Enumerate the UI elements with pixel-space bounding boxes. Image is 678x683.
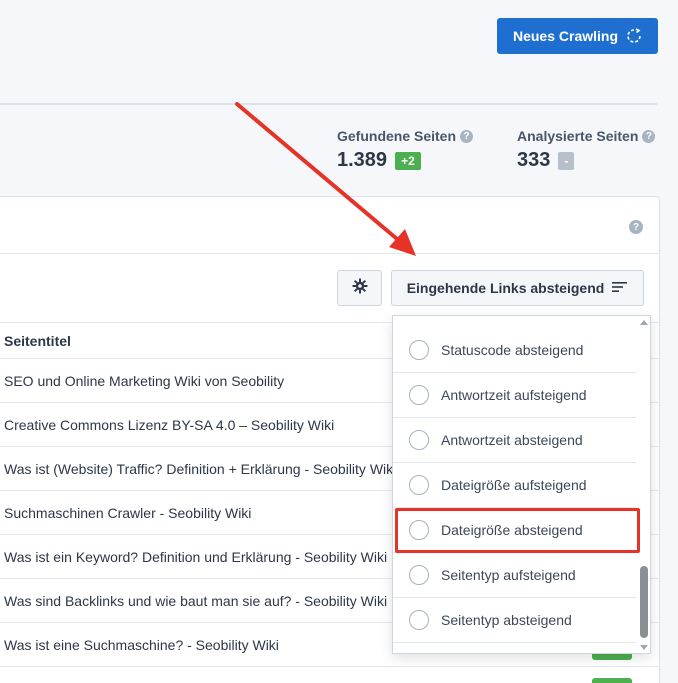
help-icon[interactable]: ? [629, 220, 643, 234]
stat-found-label: Gefundene Seiten [337, 128, 457, 144]
stat-analyzed-label: Analysierte Seiten [517, 128, 639, 144]
sort-option-page-type-asc[interactable]: Seitentyp aufsteigend [393, 553, 636, 598]
sort-label: Eingehende Links absteigend [406, 280, 605, 296]
help-icon[interactable]: ? [642, 129, 656, 143]
radio-button[interactable] [409, 610, 429, 630]
scrollbar-thumb[interactable] [640, 566, 648, 638]
sort-option-file-size-asc[interactable]: Dateigröße aufsteigend [393, 463, 636, 508]
sort-option-label: Dateigröße absteigend [441, 522, 583, 538]
radio-button[interactable] [409, 430, 429, 450]
sort-option-label: Dateigröße aufsteigend [441, 477, 587, 493]
stat-analyzed-badge: - [558, 151, 575, 170]
sort-option-label: Seitentyp aufsteigend [441, 567, 576, 583]
radio-button[interactable] [409, 475, 429, 495]
radio-button[interactable] [409, 340, 429, 360]
sort-option-statuscode-desc[interactable]: Statuscode absteigend [393, 328, 636, 373]
status-badge [592, 678, 632, 683]
help-icon[interactable]: ? [460, 129, 474, 143]
sort-options-menu: Statuscode absteigend Antwortzeit aufste… [392, 315, 651, 654]
stat-found-value: 1.389 [337, 149, 388, 171]
radio-button[interactable] [409, 520, 429, 540]
sort-option-label: Antwortzeit aufsteigend [441, 387, 587, 403]
scroll-down-arrow-icon[interactable] [640, 645, 648, 650]
sort-option-file-size-desc[interactable]: Dateigröße absteigend [393, 508, 636, 553]
header-divider [0, 103, 657, 105]
sort-option-page-type-desc[interactable]: Seitentyp absteigend [393, 598, 636, 643]
sort-option-label: Seitentyp absteigend [441, 612, 572, 628]
sort-lines-icon [612, 280, 628, 296]
sort-dropdown-button[interactable]: Eingehende Links absteigend [391, 270, 644, 306]
gear-icon [352, 278, 368, 299]
stat-found-pages: Gefundene Seiten ? 1.389 +2 [337, 128, 474, 172]
table-settings-button[interactable] [337, 270, 382, 306]
sort-option-response-time-asc[interactable]: Antwortzeit aufsteigend [393, 373, 636, 418]
refresh-icon [626, 28, 642, 44]
panel-divider [0, 253, 659, 254]
new-crawl-label: Neues Crawling [512, 28, 619, 44]
new-crawl-button[interactable]: Neues Crawling [497, 18, 658, 54]
sort-option-label: Antwortzeit absteigend [441, 432, 583, 448]
stat-analyzed-value: 333 [517, 149, 551, 171]
radio-button[interactable] [409, 565, 429, 585]
scroll-up-arrow-icon[interactable] [640, 320, 648, 325]
stat-found-badge: +2 [395, 151, 421, 170]
sort-option-response-time-desc[interactable]: Antwortzeit absteigend [393, 418, 636, 463]
stat-analyzed-pages: Analysierte Seiten ? 333 - [517, 128, 656, 172]
radio-button[interactable] [409, 385, 429, 405]
sort-option-label: Statuscode absteigend [441, 342, 584, 358]
